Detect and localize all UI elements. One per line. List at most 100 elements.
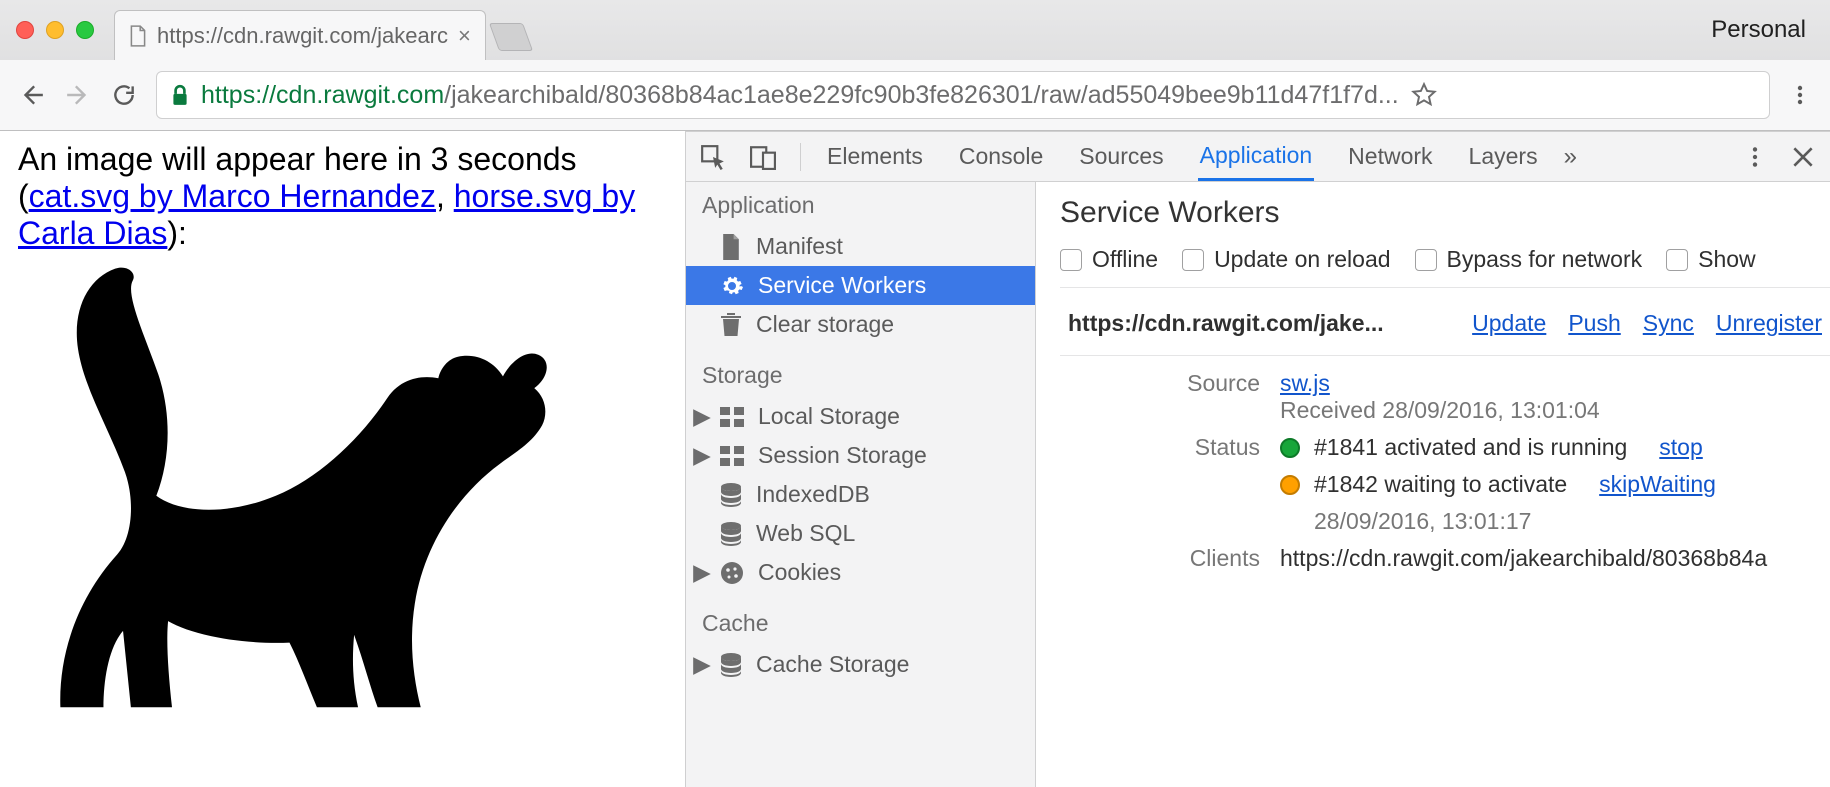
url-text: https://cdn.rawgit.com/jakearchibald/803… [201, 81, 1399, 110]
option-offline[interactable]: Offline [1060, 246, 1158, 273]
checkbox-icon [1415, 249, 1437, 271]
inspect-icon[interactable] [700, 144, 726, 170]
new-tab-button[interactable] [489, 23, 533, 51]
db-icon [720, 483, 742, 507]
stop-link[interactable]: stop [1659, 434, 1702, 461]
expand-arrow-icon: ▶ [696, 559, 708, 586]
devtools-tab-console[interactable]: Console [957, 132, 1045, 181]
status-1-text: #1841 activated and is running [1314, 434, 1627, 461]
doc-icon [720, 234, 742, 260]
devtools-tab-layers[interactable]: Layers [1467, 132, 1540, 181]
sidebar-item-local-storage[interactable]: ▶ Local Storage [686, 397, 1035, 436]
link-cat[interactable]: cat.svg by Marco Hernandez [29, 178, 436, 214]
trash-icon [720, 313, 742, 337]
sidebar-item-label: Manifest [756, 233, 843, 260]
window-controls [16, 21, 114, 39]
action-unregister[interactable]: Unregister [1716, 310, 1822, 337]
gear-icon [720, 274, 744, 298]
checkbox-icon [1060, 249, 1082, 271]
sidebar-item-label: Session Storage [758, 442, 927, 469]
content-row: An image will appear here in 3 seconds (… [0, 131, 1830, 787]
db-icon [720, 653, 742, 677]
page-viewport: An image will appear here in 3 seconds (… [0, 131, 685, 787]
option-bypass-for-network[interactable]: Bypass for network [1415, 246, 1643, 273]
url-input[interactable]: https://cdn.rawgit.com/jakearchibald/803… [156, 71, 1770, 119]
action-push[interactable]: Push [1568, 310, 1620, 337]
sidebar-item-label: IndexedDB [756, 481, 870, 508]
devtools: Elements Console Sources Application Network… [685, 131, 1830, 787]
browser-menu-button[interactable] [1788, 83, 1812, 107]
minimize-window-button[interactable] [46, 21, 64, 39]
tabs-overflow-button[interactable]: » [1564, 143, 1579, 171]
sidebar-item-indexeddb[interactable]: IndexedDB [686, 475, 1035, 514]
file-icon [129, 25, 147, 47]
devtools-tab-bar: Elements Console Sources Application Network… [686, 132, 1830, 182]
devtools-menu-button[interactable] [1742, 144, 1768, 170]
worker-row: https://cdn.rawgit.com/jake... Update Pus… [1060, 288, 1830, 356]
storage-icon [720, 446, 744, 466]
reload-button[interactable] [110, 81, 138, 109]
status-dot-active [1280, 438, 1300, 458]
panel-title: Service Workers [1060, 196, 1830, 230]
devtools-tab-elements[interactable]: Elements [825, 132, 925, 181]
option-show[interactable]: Show [1666, 246, 1756, 273]
forward-button[interactable] [64, 81, 92, 109]
action-sync[interactable]: Sync [1643, 310, 1694, 337]
sidebar-item-session-storage[interactable]: ▶ Session Storage [686, 436, 1035, 475]
browser-chrome: https://cdn.rawgit.com/jakearc × Persona… [0, 0, 1830, 131]
sidebar-item-cookies[interactable]: ▶ Cookies [686, 553, 1035, 592]
option-update-on-reload[interactable]: Update on reload [1182, 246, 1390, 273]
status-row-2: #1842 waiting to activate skipWaiting [1280, 471, 1830, 498]
clients-value: https://cdn.rawgit.com/jakearchibald/803… [1280, 545, 1830, 572]
sidebar-item-clear-storage[interactable]: Clear storage [686, 305, 1035, 344]
tab-close-button[interactable]: × [458, 23, 471, 49]
sidebar-item-cache-storage[interactable]: ▶ Cache Storage [686, 645, 1035, 684]
sidebar-item-web-sql[interactable]: Web SQL [686, 514, 1035, 553]
sidebar-item-service-workers[interactable]: Service Workers [686, 266, 1035, 305]
browser-tab[interactable]: https://cdn.rawgit.com/jakearc × [114, 10, 486, 60]
skipwaiting-link[interactable]: skipWaiting [1599, 471, 1716, 498]
profile-label[interactable]: Personal [1711, 16, 1806, 44]
devtools-close-button[interactable] [1790, 144, 1816, 170]
close-window-button[interactable] [16, 21, 34, 39]
title-bar: https://cdn.rawgit.com/jakearc × Persona… [0, 0, 1830, 60]
clients-label: Clients [1060, 545, 1260, 572]
source-received: Received 28/09/2016, 13:01:04 [1280, 397, 1600, 423]
checkbox-icon [1182, 249, 1204, 271]
status-row-1: #1841 activated and is running stop [1280, 434, 1830, 461]
worker-origin: https://cdn.rawgit.com/jake... [1068, 310, 1384, 337]
expand-arrow-icon: ▶ [696, 651, 708, 678]
status-dot-waiting [1280, 475, 1300, 495]
devtools-tab-network[interactable]: Network [1346, 132, 1434, 181]
expand-arrow-icon: ▶ [696, 442, 708, 469]
sidebar-group-title: Application [686, 182, 1035, 227]
action-update[interactable]: Update [1472, 310, 1546, 337]
cookie-icon [720, 561, 744, 585]
back-button[interactable] [18, 81, 46, 109]
bookmark-star-icon[interactable] [1411, 82, 1437, 108]
lock-icon [171, 84, 189, 106]
address-bar: https://cdn.rawgit.com/jakearchibald/803… [0, 60, 1830, 130]
devtools-tab-sources[interactable]: Sources [1077, 132, 1165, 181]
sidebar-group-title: Storage [686, 352, 1035, 397]
sidebar-item-manifest[interactable]: Manifest [686, 227, 1035, 266]
status-label: Status [1060, 434, 1260, 535]
service-workers-panel: Service Workers Offline Update on reload B… [1036, 182, 1830, 787]
sidebar-item-label: Web SQL [756, 520, 855, 547]
storage-icon [720, 407, 744, 427]
device-toggle-icon[interactable] [750, 144, 776, 170]
source-label: Source [1060, 370, 1260, 424]
cat-image [18, 251, 608, 721]
page-text: An image will appear here in 3 seconds (… [18, 141, 667, 251]
maximize-window-button[interactable] [76, 21, 94, 39]
status-2-text: #1842 waiting to activate [1314, 471, 1567, 498]
checkbox-icon [1666, 249, 1688, 271]
db-icon [720, 522, 742, 546]
expand-arrow-icon: ▶ [696, 403, 708, 430]
sidebar-item-label: Cache Storage [756, 651, 909, 678]
sidebar-item-label: Cookies [758, 559, 841, 586]
source-link[interactable]: sw.js [1280, 370, 1330, 396]
tab-title: https://cdn.rawgit.com/jakearc [157, 23, 448, 49]
sidebar-item-label: Local Storage [758, 403, 900, 430]
devtools-tab-application[interactable]: Application [1198, 132, 1315, 181]
